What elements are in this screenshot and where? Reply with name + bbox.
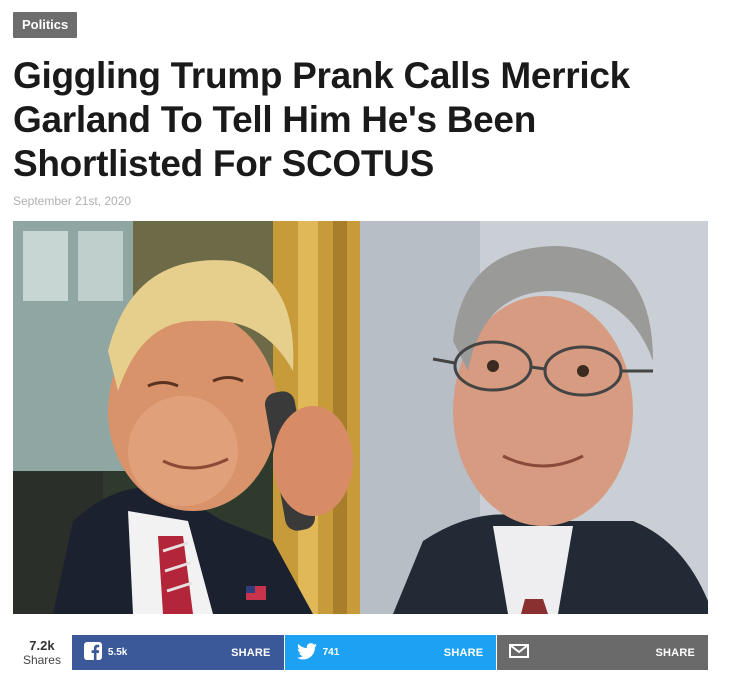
share-bar: 7.2k Shares 5.5k SHARE 741 SHARE SHARE bbox=[13, 635, 709, 670]
share-count-number: 7.2k bbox=[29, 637, 55, 653]
twitter-share-button[interactable]: 741 SHARE bbox=[284, 635, 497, 670]
article-photo bbox=[13, 221, 708, 614]
facebook-icon bbox=[83, 642, 102, 663]
twitter-share-label: SHARE bbox=[443, 646, 484, 659]
share-count: 7.2k Shares bbox=[13, 635, 71, 670]
twitter-icon bbox=[296, 642, 317, 663]
facebook-share-count: 5.5k bbox=[107, 647, 128, 658]
facebook-share-label: SHARE bbox=[231, 646, 271, 659]
category-tag[interactable]: Politics bbox=[13, 12, 78, 38]
email-share-button[interactable]: SHARE bbox=[497, 635, 709, 670]
article-headline: Giggling Trump Prank Calls Merrick Garla… bbox=[13, 55, 630, 184]
share-count-label: Shares bbox=[22, 652, 61, 667]
facebook-share-button[interactable]: 5.5k SHARE bbox=[71, 635, 284, 670]
article-date: September 21st, 2020 bbox=[13, 194, 132, 208]
twitter-share-count: 741 bbox=[322, 647, 340, 658]
email-share-label: SHARE bbox=[655, 646, 696, 659]
email-icon bbox=[509, 644, 530, 661]
